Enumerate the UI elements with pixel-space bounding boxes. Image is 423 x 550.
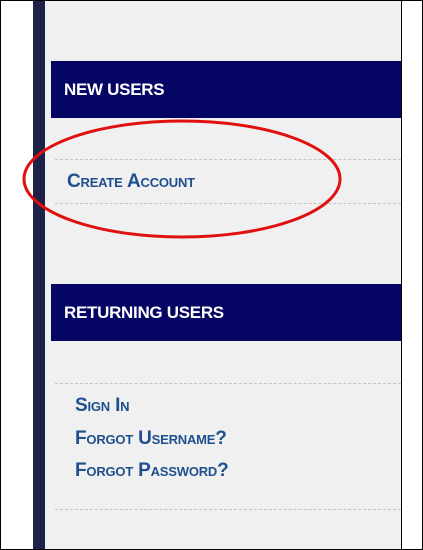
- divider: [55, 509, 401, 510]
- create-account-link[interactable]: Create Account: [67, 171, 195, 193]
- left-stripe: [33, 1, 45, 549]
- sign-in-link[interactable]: Sign In: [75, 395, 130, 417]
- new-users-header: NEW USERS: [51, 61, 401, 118]
- right-border: [401, 1, 402, 549]
- divider: [55, 383, 401, 384]
- divider: [55, 159, 401, 160]
- forgot-password-link[interactable]: Forgot Password?: [75, 460, 229, 482]
- returning-users-header: RETURNING USERS: [51, 284, 401, 341]
- forgot-username-link[interactable]: Forgot Username?: [75, 428, 227, 450]
- screenshot-frame: NEW USERS Create Account RETURNING USERS…: [0, 0, 423, 550]
- divider: [55, 203, 401, 204]
